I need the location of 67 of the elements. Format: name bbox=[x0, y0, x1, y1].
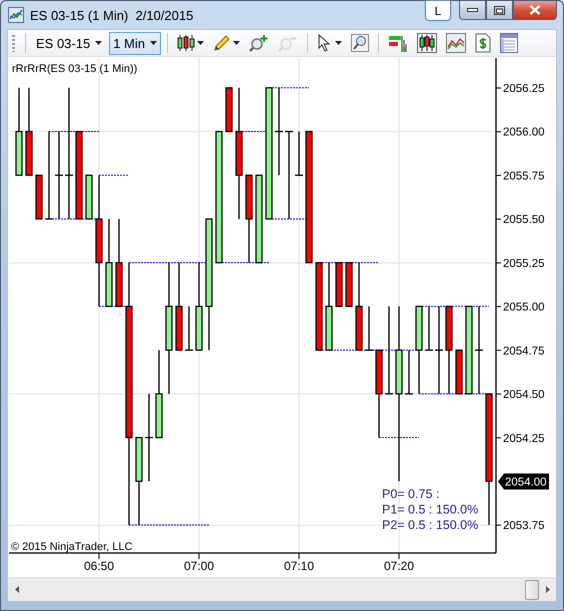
maximize-button[interactable] bbox=[486, 1, 513, 20]
pointer-icon bbox=[317, 34, 333, 52]
price-label: 2055.75 bbox=[503, 170, 545, 182]
close-icon bbox=[529, 5, 541, 15]
toolbar-button[interactable] bbox=[414, 32, 440, 54]
price-label: 2055.00 bbox=[503, 302, 545, 314]
price-label: 2055.50 bbox=[503, 214, 545, 226]
minimize-icon bbox=[467, 8, 478, 12]
level-line bbox=[48, 131, 100, 132]
candle bbox=[295, 132, 303, 176]
caret-icon bbox=[335, 41, 342, 45]
instrument-dropdown[interactable]: ES 03-15 bbox=[32, 32, 106, 54]
candle bbox=[335, 262, 343, 307]
copyright-text: © 2015 NinjaTrader, LLC bbox=[11, 541, 132, 553]
readout-text: P0= 0.75 : bbox=[382, 487, 440, 501]
candle bbox=[35, 174, 43, 220]
candle bbox=[85, 174, 93, 220]
line-chart-icon bbox=[446, 33, 466, 53]
candle bbox=[365, 306, 373, 351]
readout-text: P2= 0.5 : 150.0% bbox=[382, 518, 478, 532]
document-icon bbox=[475, 33, 491, 53]
level-line bbox=[98, 174, 130, 176]
candle bbox=[405, 350, 413, 394]
price-label: 2053.75 bbox=[503, 520, 545, 532]
toolbar-grip[interactable] bbox=[12, 34, 15, 52]
candle bbox=[425, 306, 433, 351]
pencil-icon bbox=[213, 34, 231, 52]
price-label: 2054.50 bbox=[503, 389, 545, 402]
price-label: 2055.25 bbox=[503, 258, 545, 270]
price-label: 2056.25 bbox=[503, 83, 545, 95]
candle bbox=[455, 350, 463, 394]
caret-icon bbox=[233, 41, 240, 45]
time-label: 07:00 bbox=[184, 559, 214, 573]
left-arrow-icon bbox=[14, 586, 18, 593]
candlestick-icon bbox=[177, 34, 195, 52]
indicator-label: rRrRrR(ES 03-15 (1 Min)) bbox=[12, 63, 138, 75]
price-label: 2054.75 bbox=[503, 345, 545, 358]
time-label: 07:10 bbox=[284, 559, 314, 573]
time-label: 07:20 bbox=[384, 559, 414, 573]
readout-text: P1= 0.5 : 150.0% bbox=[382, 502, 478, 516]
interval-dropdown[interactable]: 1 Min bbox=[109, 32, 161, 54]
window-title: ES 03-15 (1 Min) 2/10/2015 bbox=[30, 8, 194, 23]
toolbar-button[interactable] bbox=[348, 32, 372, 54]
caret-icon bbox=[197, 41, 204, 45]
candlestick-icon bbox=[417, 33, 437, 53]
bars-icon bbox=[388, 33, 408, 53]
scrollbar-thumb[interactable] bbox=[525, 580, 539, 600]
caret-icon bbox=[95, 41, 102, 45]
minimize-button[interactable] bbox=[459, 1, 486, 20]
horizontal-scrollbar[interactable] bbox=[7, 577, 557, 602]
user-button[interactable]: L bbox=[425, 1, 451, 21]
time-label: 06:50 bbox=[84, 559, 114, 573]
restore-icon bbox=[494, 6, 505, 14]
price-label: 2056.00 bbox=[503, 126, 545, 139]
search-icon bbox=[351, 34, 369, 52]
caret-icon bbox=[150, 41, 157, 45]
candle bbox=[185, 306, 193, 351]
price-label: 2054.25 bbox=[503, 432, 545, 445]
close-button[interactable] bbox=[513, 1, 557, 20]
properties-icon bbox=[500, 33, 518, 53]
level-line bbox=[378, 437, 420, 438]
candle bbox=[345, 262, 353, 307]
price-marker: 2054.00 bbox=[498, 473, 549, 490]
right-arrow-icon bbox=[546, 586, 550, 593]
chart-icon bbox=[8, 7, 24, 23]
candle bbox=[225, 87, 233, 132]
zoom-in-icon bbox=[249, 34, 269, 52]
